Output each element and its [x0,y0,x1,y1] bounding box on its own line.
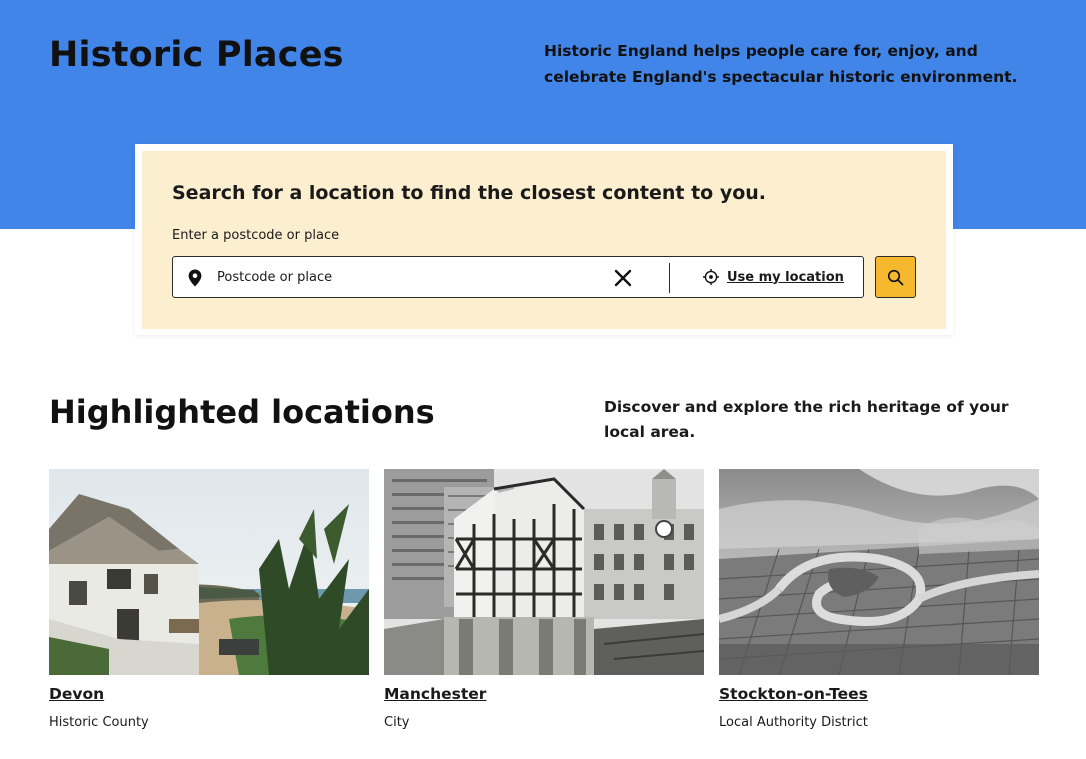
search-box: Use my location [172,256,864,298]
use-my-location-label: Use my location [727,269,844,285]
search-heading: Search for a location to find the closes… [172,182,767,204]
hero-intro: Historic England helps people care for, … [544,42,1018,86]
search-card: Search for a location to find the closes… [135,144,953,335]
location-type-stockton-on-tees: Local Authority District [719,715,868,730]
location-link-devon[interactable]: Devon [49,685,369,703]
location-card-devon: Devon Historic County [49,469,369,730]
highlighted-intro: Discover and explore the rich heritage o… [604,398,1009,441]
use-my-location-button[interactable]: Use my location [703,269,844,285]
stockton-on-tees-photo[interactable] [719,469,1039,675]
search-panel: Search for a location to find the closes… [142,151,946,329]
search-input[interactable] [217,263,597,291]
location-link-manchester[interactable]: Manchester [384,685,704,703]
location-card-stockton-on-tees: Stockton-on-Tees Local Authority Distric… [719,469,1039,730]
location-card-manchester: Manchester City [384,469,704,730]
close-icon[interactable] [613,268,633,288]
map-pin-icon [188,269,202,287]
crosshair-icon [703,269,719,285]
page-title: Historic Places [49,35,344,75]
manchester-photo[interactable] [384,469,704,675]
location-type-devon: Historic County [49,715,149,730]
search-icon [887,269,904,285]
highlighted-title: Highlighted locations [49,393,435,431]
location-type-manchester: City [384,715,410,730]
search-button[interactable] [875,256,916,298]
devon-photo[interactable] [49,469,369,675]
divider [669,263,670,293]
location-link-stockton-on-tees[interactable]: Stockton-on-Tees [719,685,1039,703]
search-label: Enter a postcode or place [172,228,340,243]
